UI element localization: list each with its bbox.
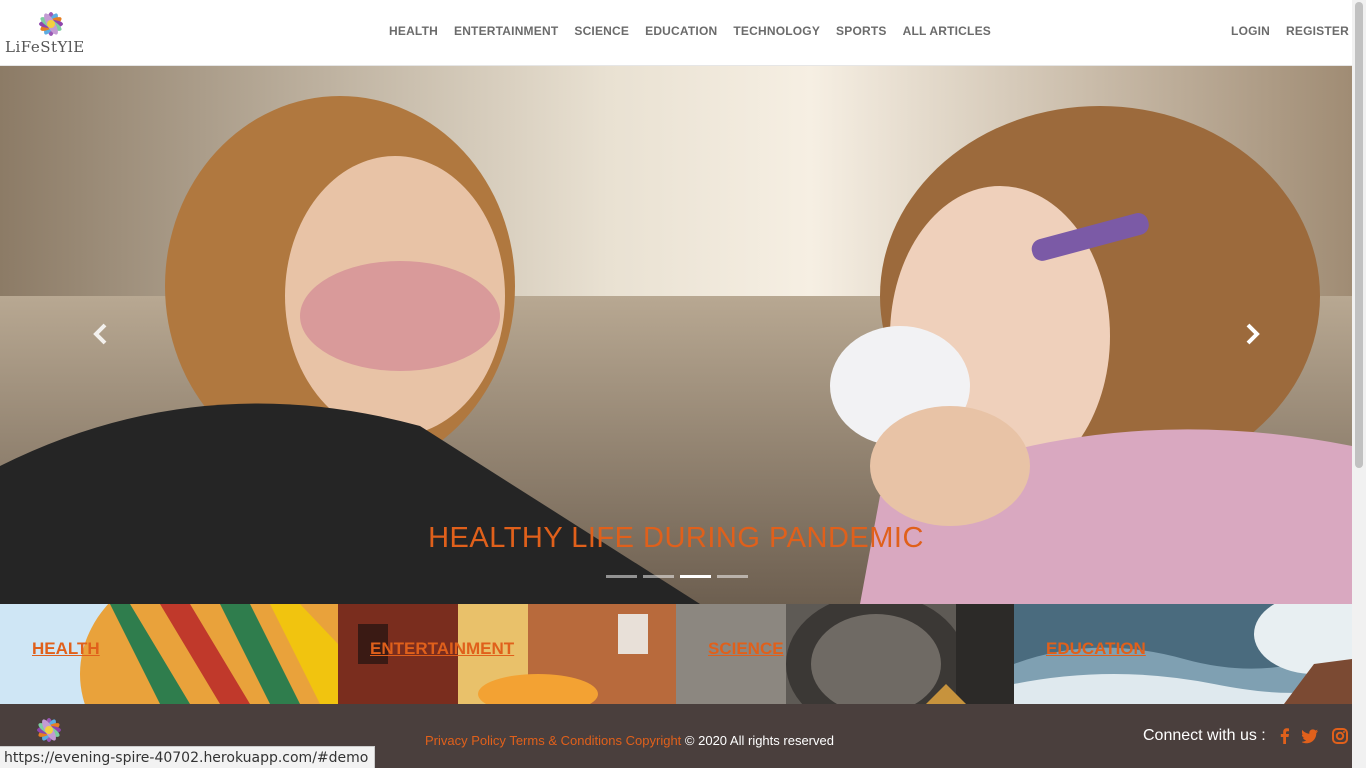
category-tiles: HEALTH ENTERTAINMENT SCIENCE EDUCATION xyxy=(0,604,1352,704)
flower-logo-icon xyxy=(39,12,63,36)
nav-link-education[interactable]: EDUCATION xyxy=(645,24,717,38)
hero-carousel: HEALTHY LIFE DURING PANDEMIC xyxy=(0,66,1352,604)
category-tile-entertainment[interactable]: ENTERTAINMENT xyxy=(338,604,676,704)
chevron-left-icon xyxy=(93,323,107,345)
status-bar-url: https://evening-spire-40702.herokuapp.co… xyxy=(0,746,376,768)
site-logo[interactable]: LiFeStYlE xyxy=(5,8,95,58)
nav-link-technology[interactable]: TECHNOLOGY xyxy=(733,24,820,38)
logo-text: LiFeStYlE xyxy=(5,38,85,56)
site-header: LiFeStYlE HEALTH ENTERTAINMENT SCIENCE E… xyxy=(0,0,1352,66)
privacy-policy-link[interactable]: Privacy Policy xyxy=(425,733,506,748)
carousel-next-button[interactable] xyxy=(1236,319,1266,349)
connect-text: Connect with us : xyxy=(1143,727,1266,744)
flower-logo-icon[interactable] xyxy=(26,714,72,746)
category-link-science[interactable]: SCIENCE xyxy=(708,639,784,659)
carousel-indicators xyxy=(606,575,748,578)
auth-links: LOGIN REGISTER xyxy=(1215,24,1349,38)
category-tile-education[interactable]: EDUCATION xyxy=(1014,604,1352,704)
nav-link-sports[interactable]: SPORTS xyxy=(836,24,887,38)
copyright-link[interactable]: Copyright xyxy=(626,733,682,748)
login-link[interactable]: LOGIN xyxy=(1231,24,1270,38)
category-link-health[interactable]: HEALTH xyxy=(32,639,100,659)
category-link-education[interactable]: EDUCATION xyxy=(1046,639,1146,659)
carousel-caption: HEALTHY LIFE DURING PANDEMIC xyxy=(428,522,924,554)
carousel-indicator-3[interactable] xyxy=(680,575,711,578)
carousel-prev-button[interactable] xyxy=(87,319,117,349)
rights-text: © 2020 All rights reserved xyxy=(684,733,834,748)
carousel-indicator-2[interactable] xyxy=(643,575,674,578)
category-link-entertainment[interactable]: ENTERTAINMENT xyxy=(370,639,514,659)
nav-link-all-articles[interactable]: ALL ARTICLES xyxy=(903,24,991,38)
nav-link-science[interactable]: SCIENCE xyxy=(574,24,629,38)
carousel-indicator-1[interactable] xyxy=(606,575,637,578)
chevron-right-icon xyxy=(1246,323,1260,345)
carousel-indicator-4[interactable] xyxy=(717,575,748,578)
twitter-icon[interactable] xyxy=(1302,728,1318,744)
facebook-icon[interactable] xyxy=(1277,728,1293,744)
nav-link-entertainment[interactable]: ENTERTAINMENT xyxy=(454,24,558,38)
page-scrollbar[interactable] xyxy=(1352,0,1366,768)
terms-link[interactable]: Terms & Conditions xyxy=(509,733,622,748)
category-tile-science[interactable]: SCIENCE xyxy=(676,604,1014,704)
instagram-icon[interactable] xyxy=(1332,728,1348,744)
footer-links: Privacy Policy Terms & Conditions Copyri… xyxy=(425,733,834,748)
main-nav: HEALTH ENTERTAINMENT SCIENCE EDUCATION T… xyxy=(389,24,1007,38)
nav-link-health[interactable]: HEALTH xyxy=(389,24,438,38)
category-tile-health[interactable]: HEALTH xyxy=(0,604,338,704)
scrollbar-thumb[interactable] xyxy=(1355,2,1363,468)
register-link[interactable]: REGISTER xyxy=(1286,24,1349,38)
